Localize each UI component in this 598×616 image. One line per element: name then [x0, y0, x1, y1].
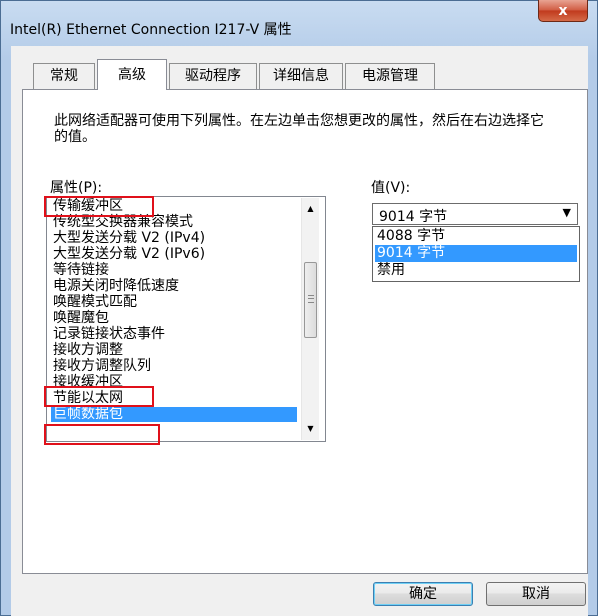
grip-icon: [308, 295, 314, 303]
property-scrollbar[interactable]: ▲ ▼: [301, 198, 319, 440]
dropdown-option[interactable]: 4088 字节: [375, 228, 577, 245]
list-item[interactable]: 接收方调整: [51, 343, 125, 358]
highlight-box: [44, 196, 154, 217]
window-title: Intel(R) Ethernet Connection I217-V 属性: [10, 22, 292, 38]
combo-value: 9014 字节: [379, 209, 448, 225]
highlight-box: [44, 424, 160, 445]
scroll-up-arrow-icon[interactable]: ▲: [302, 200, 319, 217]
tab-driver[interactable]: 驱动程序: [169, 63, 257, 89]
list-item[interactable]: 唤醒魔包: [51, 311, 111, 326]
value-label: 值(V):: [371, 180, 411, 196]
highlight-box: [44, 386, 154, 407]
tab-details[interactable]: 详细信息: [259, 63, 343, 89]
list-item[interactable]: 大型发送分载 V2 (IPv4): [51, 231, 207, 246]
chevron-down-icon[interactable]: ▼: [563, 206, 571, 219]
tab-general[interactable]: 常规: [33, 63, 95, 89]
tab-advanced[interactable]: 高级: [97, 59, 167, 90]
ok-button[interactable]: 确定: [373, 582, 473, 606]
tab-power-management[interactable]: 电源管理: [345, 63, 435, 89]
scroll-down-arrow-icon[interactable]: ▼: [302, 420, 319, 437]
cancel-button[interactable]: 取消: [486, 582, 586, 606]
list-item[interactable]: 等待链接: [51, 263, 111, 278]
close-icon: x: [558, 2, 568, 19]
list-item[interactable]: 传统型交换器兼容模式: [51, 215, 195, 230]
list-item-selected[interactable]: 巨帧数据包: [51, 407, 297, 422]
value-combobox[interactable]: 9014 字节 ▼: [372, 203, 578, 225]
list-item[interactable]: 电源关闭时降低速度: [51, 279, 181, 294]
scrollbar-thumb[interactable]: [304, 262, 317, 338]
list-item[interactable]: 记录链接状态事件: [51, 327, 167, 342]
dropdown-option[interactable]: 禁用: [375, 262, 577, 279]
list-item[interactable]: 大型发送分载 V2 (IPv6): [51, 247, 207, 262]
list-item[interactable]: 接收方调整队列: [51, 359, 153, 374]
close-button[interactable]: x: [538, 0, 588, 22]
list-item[interactable]: 唤醒模式匹配: [51, 295, 139, 310]
description-text: 此网络适配器可使用下列属性。在左边单击您想更改的属性，然后在右边选择它的值。: [54, 113, 544, 145]
dropdown-option-highlighted[interactable]: 9014 字节: [375, 245, 577, 262]
value-dropdown-list[interactable]: 4088 字节 9014 字节 禁用: [372, 226, 580, 282]
property-label: 属性(P):: [50, 180, 103, 196]
